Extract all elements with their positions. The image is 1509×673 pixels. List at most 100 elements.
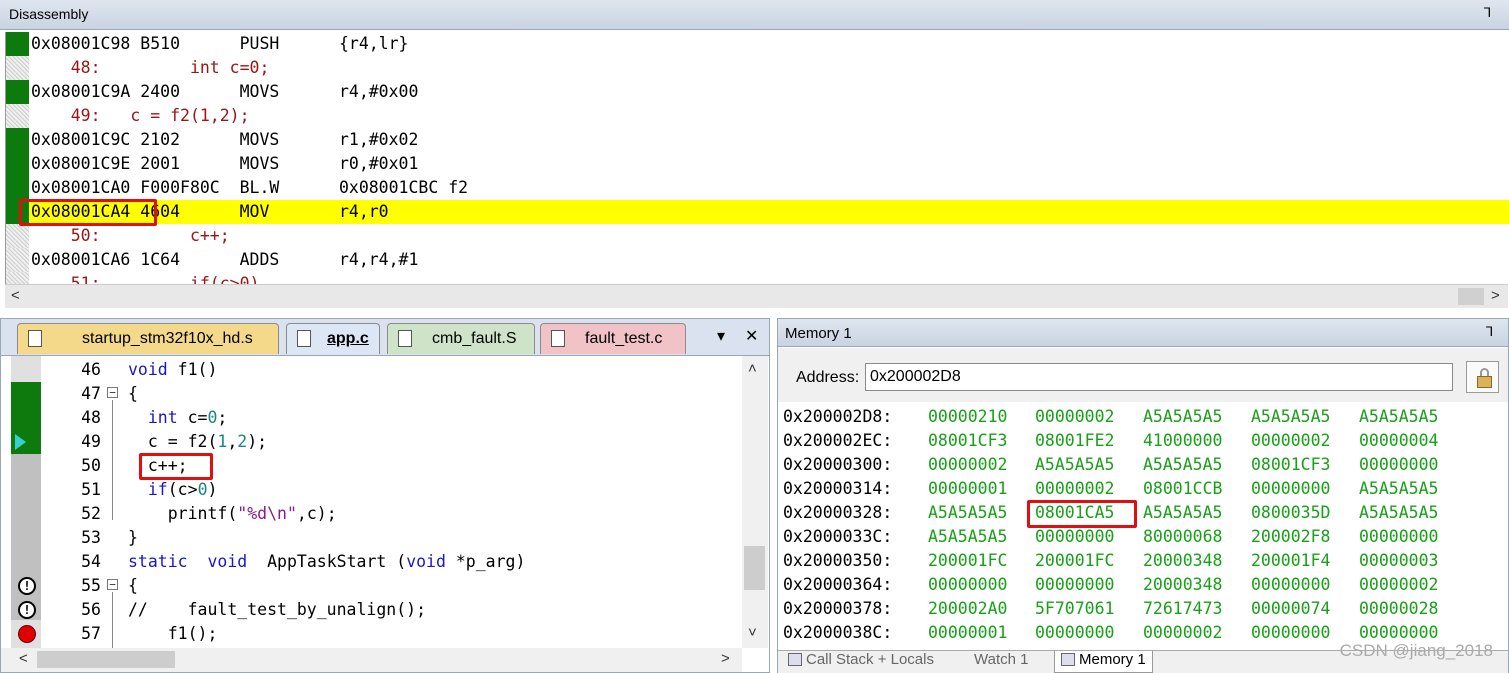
disasm-line[interactable]: 0x08001C9E 2001 MOVS r0,#0x01 [6,152,1509,176]
disasm-line[interactable]: 0x08001CA6 1C64 ADDS r4,r4,#1 [6,248,1509,272]
close-tab-icon[interactable]: ✕ [745,326,758,346]
memory-value[interactable]: A5A5A5A5 [1359,406,1438,428]
memory-value[interactable]: A5A5A5A5 [1251,406,1330,428]
memory-value[interactable]: 00000002 [928,454,1007,476]
code-line[interactable]: 49 c = f2(1,2); [11,430,741,454]
scroll-down-icon[interactable]: ˅ [748,624,757,641]
scroll-left-icon[interactable]: < [19,650,28,667]
memory-row[interactable]: 0x20000364: 00000000 00000000 20000348 00000… [783,574,1508,598]
pin-icon[interactable]: ⅂ [1484,5,1491,21]
warning-icon[interactable]: ! [18,577,36,595]
disassembly-horizontal-scrollbar[interactable]: < > [5,284,1508,308]
disasm-line[interactable]: 0x08001C98 B510 PUSH {r4,lr} [6,32,1509,56]
memory-value[interactable]: 00000000 [1251,622,1330,642]
code-line[interactable]: ! 56 // fault_test_by_unalign(); [11,598,741,622]
memory-value[interactable]: A5A5A5A5 [1035,454,1114,476]
tab-cmb-fault[interactable]: cmb_fault.S [387,323,535,354]
code-line[interactable]: 46 void f1() [11,358,741,382]
memory-value[interactable]: A5A5A5A5 [1359,478,1438,500]
memory-value[interactable]: 00000074 [1251,598,1330,620]
disasm-line[interactable]: 0x08001C9A 2400 MOVS r4,#0x00 [6,80,1509,104]
memory-value[interactable]: 08001CF3 [928,430,1007,452]
memory-row[interactable]: 0x200002EC: 08001CF3 08001FE2 41000000 00000… [783,430,1508,454]
code-line[interactable]: 48 int c=0; [11,406,741,430]
code-line[interactable]: 47 − { [11,382,741,406]
scroll-up-icon[interactable]: ˄ [748,360,757,377]
memory-value[interactable]: 08001CCB [1143,478,1222,500]
memory-value[interactable]: A5A5A5A5 [1359,502,1438,524]
source-line[interactable]: 51: if(c>0) [6,272,1509,284]
scroll-thumb[interactable] [1458,288,1484,305]
memory-value[interactable]: 80000068 [1143,526,1222,548]
scroll-thumb[interactable] [37,651,175,668]
memory-value[interactable]: 200002A0 [928,598,1007,620]
editor-horizontal-scrollbar[interactable]: < > [1,648,742,672]
memory-value[interactable]: A5A5A5A5 [1143,454,1222,476]
scroll-right-icon[interactable]: > [721,650,730,667]
memory-value[interactable]: 00000002 [1251,430,1330,452]
source-line[interactable]: 49: c = f2(1,2); [6,104,1509,128]
memory-value[interactable]: 00000002 [1143,622,1222,642]
disasm-line[interactable]: 0x08001C9C 2102 MOVS r1,#0x02 [6,128,1509,152]
tab-list-dropdown-icon[interactable]: ▾ [717,326,725,346]
fold-toggle-icon[interactable]: − [107,387,118,398]
code-line[interactable]: 51 if(c>0) [11,478,741,502]
memory-value[interactable]: 00000002 [1359,574,1438,596]
source-line[interactable]: 50: c++; [6,224,1509,248]
memory-value[interactable]: 00000000 [1035,574,1114,596]
disasm-line[interactable]: 0x08001CA0 F000F80C BL.W 0x08001CBC f2 [6,176,1509,200]
memory-value[interactable]: 00000000 [1251,478,1330,500]
memory-value[interactable]: 00000001 [928,622,1007,642]
memory-row[interactable]: 0x2000038C: 00000001 00000000 00000002 00000… [783,622,1508,642]
memory-value[interactable]: 200002F8 [1251,526,1330,548]
memory-value[interactable]: 200001F4 [1251,550,1330,572]
memory-value[interactable]: 200001FC [1035,550,1114,572]
memory-row[interactable]: 0x20000300: 00000002 A5A5A5A5 A5A5A5A5 08001… [783,454,1508,478]
fold-toggle-icon[interactable]: − [107,579,118,590]
memory-value[interactable]: 72617473 [1143,598,1222,620]
tab-startup-file[interactable]: startup_stm32f10x_hd.s [17,323,279,354]
memory-row[interactable]: 0x20000328: A5A5A5A5 08001CA5 A5A5A5A5 08000… [783,502,1508,526]
memory-value[interactable]: 00000000 [1251,574,1330,596]
code-line[interactable]: 53 } [11,526,741,550]
memory-value[interactable]: 5F707061 [1035,598,1114,620]
memory-row[interactable]: 0x200002D8: 00000210 00000002 A5A5A5A5 A5A5A… [783,406,1508,430]
editor-vertical-scrollbar[interactable]: ˄ ˅ [742,356,768,648]
memory-row[interactable]: 0x20000350: 200001FC 200001FC 20000348 20000… [783,550,1508,574]
pin-icon[interactable]: ⅂ [1486,324,1493,340]
memory-value[interactable]: 00000001 [928,478,1007,500]
memory-value[interactable]: A5A5A5A5 [1143,502,1222,524]
tab-call-stack-locals[interactable]: Call Stack + Locals [788,651,934,673]
tab-fault-test[interactable]: fault_test.c [540,323,686,354]
disassembly-listing[interactable]: 0x08001C98 B510 PUSH {r4,lr} 48: int c=0… [5,32,1509,284]
code-line[interactable]: ! 55 − { [11,574,741,598]
address-input[interactable] [865,363,1453,391]
memory-value[interactable]: A5A5A5A5 [1143,406,1222,428]
memory-value[interactable]: 08001FE2 [1035,430,1114,452]
scroll-right-icon[interactable]: > [1491,287,1500,304]
scroll-thumb[interactable] [744,546,765,590]
code-line[interactable]: 57 f1(); [11,622,741,646]
memory-dump[interactable]: 0x200002D8: 00000210 00000002 A5A5A5A5 A5A5A… [783,406,1508,642]
memory-value[interactable]: 0800035D [1251,502,1330,524]
memory-value[interactable]: 08001CF3 [1251,454,1330,476]
scroll-left-icon[interactable]: < [11,287,20,304]
memory-value[interactable]: 20000348 [1143,574,1222,596]
memory-value[interactable]: 00000210 [928,406,1007,428]
code-line[interactable]: 52 printf("%d\n",c); [11,502,741,526]
memory-value[interactable]: 00000000 [1359,454,1438,476]
memory-value[interactable]: 200001FC [928,550,1007,572]
memory-value[interactable]: 00000002 [1035,406,1114,428]
lock-button[interactable] [1466,361,1499,393]
memory-value[interactable]: 20000348 [1143,550,1222,572]
breakpoint-icon[interactable] [18,625,36,643]
memory-value[interactable]: A5A5A5A5 [928,526,1007,548]
memory-value[interactable]: 41000000 [1143,430,1222,452]
code-line[interactable]: 54 static void AppTaskStart (void *p_arg… [11,550,741,574]
code-line[interactable]: 50 c++; [11,454,741,478]
memory-value[interactable]: 00000000 [1359,526,1438,548]
memory-row[interactable]: 0x2000033C: A5A5A5A5 00000000 80000068 20000… [783,526,1508,550]
tab-memory-1[interactable]: Memory 1 [1054,651,1153,673]
memory-row[interactable]: 0x20000378: 200002A0 5F707061 72617473 00000… [783,598,1508,622]
memory-value[interactable]: 00000004 [1359,430,1438,452]
